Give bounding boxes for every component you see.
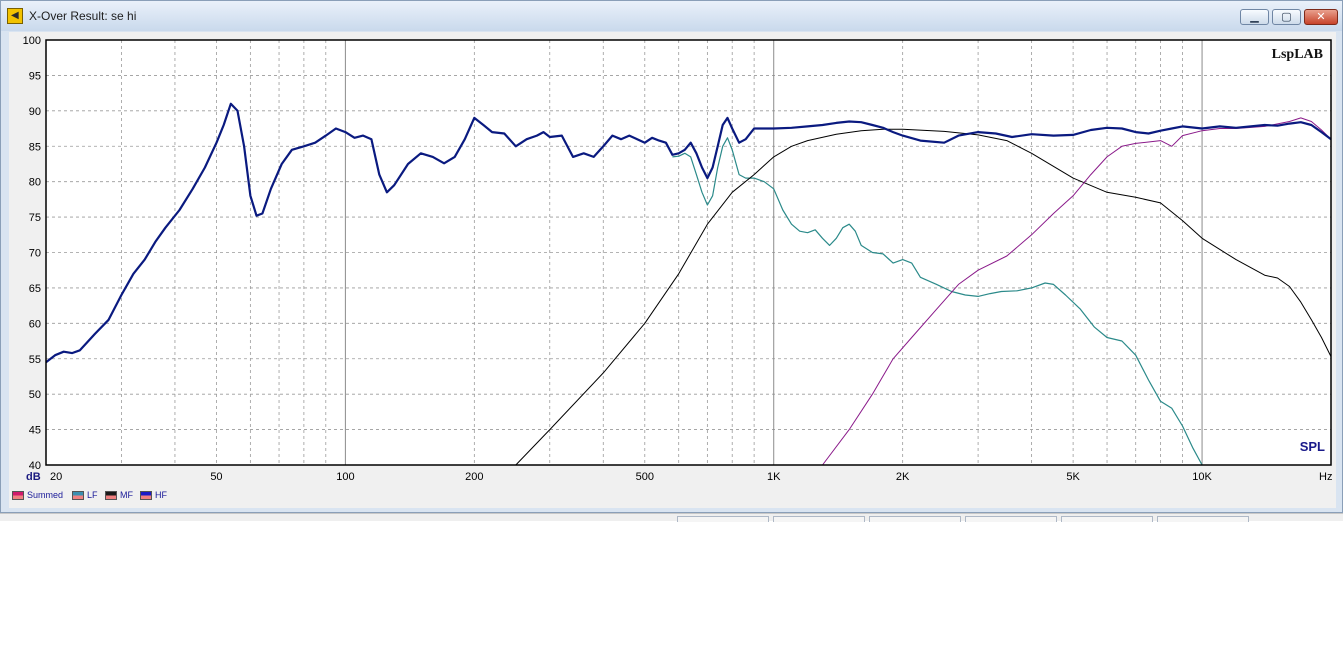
status-tab[interactable] — [965, 516, 1057, 522]
legend-swatch-mf[interactable] — [105, 491, 117, 500]
legend-label-lf[interactable]: LF — [87, 489, 98, 501]
status-tab[interactable] — [773, 516, 865, 522]
status-tab[interactable] — [1061, 516, 1153, 522]
y-tick-label: 45 — [29, 425, 41, 437]
y-tick-label: 55 — [29, 354, 41, 366]
y-tick-label: 85 — [29, 141, 41, 153]
legend-swatch-summed[interactable] — [12, 491, 24, 500]
x-tick-label: 20 — [50, 471, 62, 483]
y-tick-label: 100 — [23, 35, 41, 47]
x-tick-label: 200 — [465, 471, 483, 483]
y-tick-label: 75 — [29, 212, 41, 224]
legend-swatch-lf[interactable] — [72, 491, 84, 500]
y-tick-label: 70 — [29, 248, 41, 260]
x-tick-label: 500 — [636, 471, 654, 483]
legend-label-summed[interactable]: Summed — [27, 489, 63, 501]
status-tab[interactable] — [1157, 516, 1249, 522]
x-unit-label: Hz — [1319, 471, 1332, 483]
legend-label-hf[interactable]: HF — [155, 489, 167, 501]
lsplab-watermark: LspLAB — [1272, 47, 1323, 62]
y-tick-label: 60 — [29, 318, 41, 330]
status-tab[interactable] — [869, 516, 961, 522]
x-tick-label: 100 — [336, 471, 354, 483]
x-tick-label: 50 — [210, 471, 222, 483]
x-tick-label: 10K — [1192, 471, 1212, 483]
legend-swatch-hf[interactable] — [140, 491, 152, 500]
x-tick-label: 5K — [1066, 471, 1080, 483]
x-tick-label: 1K — [767, 471, 781, 483]
legend-label-mf[interactable]: MF — [120, 489, 133, 501]
x-tick-label: 2K — [896, 471, 910, 483]
y-unit-label: dB — [26, 471, 41, 483]
y-tick-label: 65 — [29, 283, 41, 295]
y-tick-label: 50 — [29, 389, 41, 401]
status-tab[interactable] — [677, 516, 769, 522]
spl-label: SPL — [1300, 439, 1325, 454]
y-tick-label: 80 — [29, 177, 41, 189]
y-tick-label: 90 — [29, 106, 41, 118]
spl-chart[interactable]: 10095908580757065605550454020 50 100 200 500… — [0, 0, 1343, 513]
y-tick-label: 95 — [29, 70, 41, 82]
